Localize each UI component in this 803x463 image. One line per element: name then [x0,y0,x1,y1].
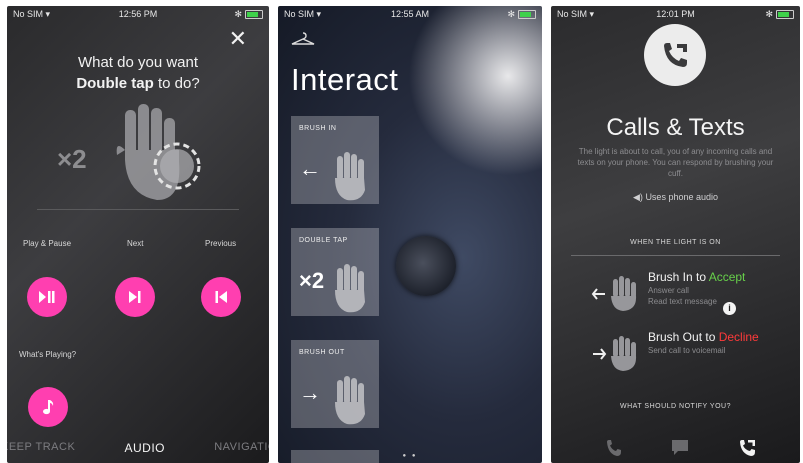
clock: 12:01 PM [656,9,695,19]
phone-call-icon [644,24,706,86]
interact-screen: No SIM ▾ 12:55 AM ✻ Interact BRUSH IN ← … [278,6,542,463]
whats-playing-label: What's Playing? [19,350,77,359]
phone-forward-icon[interactable] [737,438,757,458]
hand-icon [335,264,365,313]
section-light-header: WHEN THE LIGHT IS ON [630,239,721,246]
hanger-icon[interactable] [290,32,316,46]
description: The light is about to call, you of any i… [577,147,774,178]
sub-line-1: Send call to voicemail [648,346,726,355]
page-title: Interact [291,62,399,97]
brush-in-row[interactable]: Brush In to Accept Answer call Read text … [591,268,792,318]
tab-audio[interactable]: AUDIO [125,441,166,459]
page-title: What do you want Double tap to do? [7,52,269,94]
speaker-icon: ◀) [633,192,643,202]
brush-in-hand-icon [591,276,637,311]
status-bar: No SIM ▾ 12:55 AM ✻ [278,6,542,22]
next-label: Next [127,239,144,248]
title-suffix: to do? [153,75,200,92]
battery-indicator: ✻ [765,9,794,20]
double-tap-count: ×2 [57,144,87,174]
brush-out-card[interactable]: BRUSH OUT → [291,340,379,428]
calls-texts-screen: No SIM ▾ 12:01 PM ✻ Calls & Texts The li… [551,6,800,463]
tab-keep-track[interactable]: KEEP TRACK [7,441,75,459]
whats-playing-button[interactable] [28,387,68,427]
info-icon[interactable]: i [723,302,736,315]
bluetooth-icon: ✻ [765,9,773,19]
background-photo [408,6,542,176]
previous-track-icon [215,291,227,303]
tab-navigation[interactable]: NAVIGATIO [214,441,269,459]
audio-option[interactable]: ◀) Uses phone audio [551,192,800,203]
page-indicator: ● ● [402,453,418,459]
audio-option-label: Uses phone audio [645,192,718,202]
next-button[interactable] [115,277,155,317]
play-pause-button[interactable] [27,277,67,317]
previous-label: Previous [205,239,237,248]
clock: 12:56 PM [118,9,158,19]
decline-label: Decline [718,330,759,344]
title-line-2: Double tap to do? [7,73,269,94]
battery-icon [518,10,536,19]
battery-indicator: ✻ [507,9,536,20]
brush-out-row[interactable]: Brush Out to Decline Send call to voicem… [591,328,792,378]
arrow-right-icon: → [299,380,321,405]
close-icon[interactable]: ✕ [229,28,247,50]
status-bar: No SIM ▾ 12:01 PM ✻ [551,6,800,22]
card-title: BRUSH IN [299,125,337,132]
sub-line-2: Read text message [648,297,717,306]
play-pause-icon [39,291,55,303]
next-track-icon [129,291,141,303]
play-pause-label: Play & Pause [23,239,72,248]
double-tap-illustration: ×2 [57,100,247,210]
brush-out-subtext: Send call to voicemail [648,345,725,356]
clock: 12:55 AM [390,9,430,19]
arrow-left-icon: ← [299,156,321,181]
sub-line-1: Answer call [648,286,689,295]
status-bar: No SIM ▾ 12:56 PM ✻ [7,6,269,22]
jacket-button-image [396,236,456,296]
battery-indicator: ✻ [234,9,263,20]
message-icon[interactable] [671,439,689,457]
hand-icon [335,152,365,201]
row-prefix: Brush Out to [648,330,719,344]
card-title: DOUBLE TAP [299,237,348,244]
bluetooth-icon: ✻ [507,9,515,19]
hand-icon [116,104,201,200]
section-notify-header: WHAT SHOULD NOTIFY YOU? [620,403,731,410]
title-line-1: What do you want [77,54,199,71]
divider [571,255,780,256]
brush-in-card[interactable]: BRUSH IN ← [291,116,379,204]
music-note-icon [43,400,54,415]
battery-icon [245,10,263,19]
bottom-tabs: KEEP TRACK AUDIO NAVIGATIO [7,441,269,459]
brush-out-title: Brush Out to Decline [648,330,759,344]
brush-in-title: Brush In to Accept [648,270,745,284]
brush-in-subtext: Answer call Read text message [648,285,717,307]
page-title: Calls & Texts [606,114,745,141]
bluetooth-icon: ✻ [234,9,242,19]
double-tap-icon: ×2 [299,268,325,293]
bottom-icon-bar [551,433,800,463]
battery-icon [776,10,794,19]
hand-icon [335,376,365,425]
previous-button[interactable] [201,277,241,317]
audio-settings-screen: No SIM ▾ 12:56 PM ✻ ✕ What do you want D… [7,6,269,463]
card-title: BRUSH OUT [299,349,345,356]
title-gesture-name: Double tap [76,75,154,92]
phone-icon[interactable] [604,439,622,457]
row-prefix: Brush In to [648,270,709,284]
divider [37,209,239,210]
brush-out-hand-icon [593,336,637,371]
double-tap-card[interactable]: DOUBLE TAP ×2 [291,228,379,316]
accept-label: Accept [708,270,746,284]
